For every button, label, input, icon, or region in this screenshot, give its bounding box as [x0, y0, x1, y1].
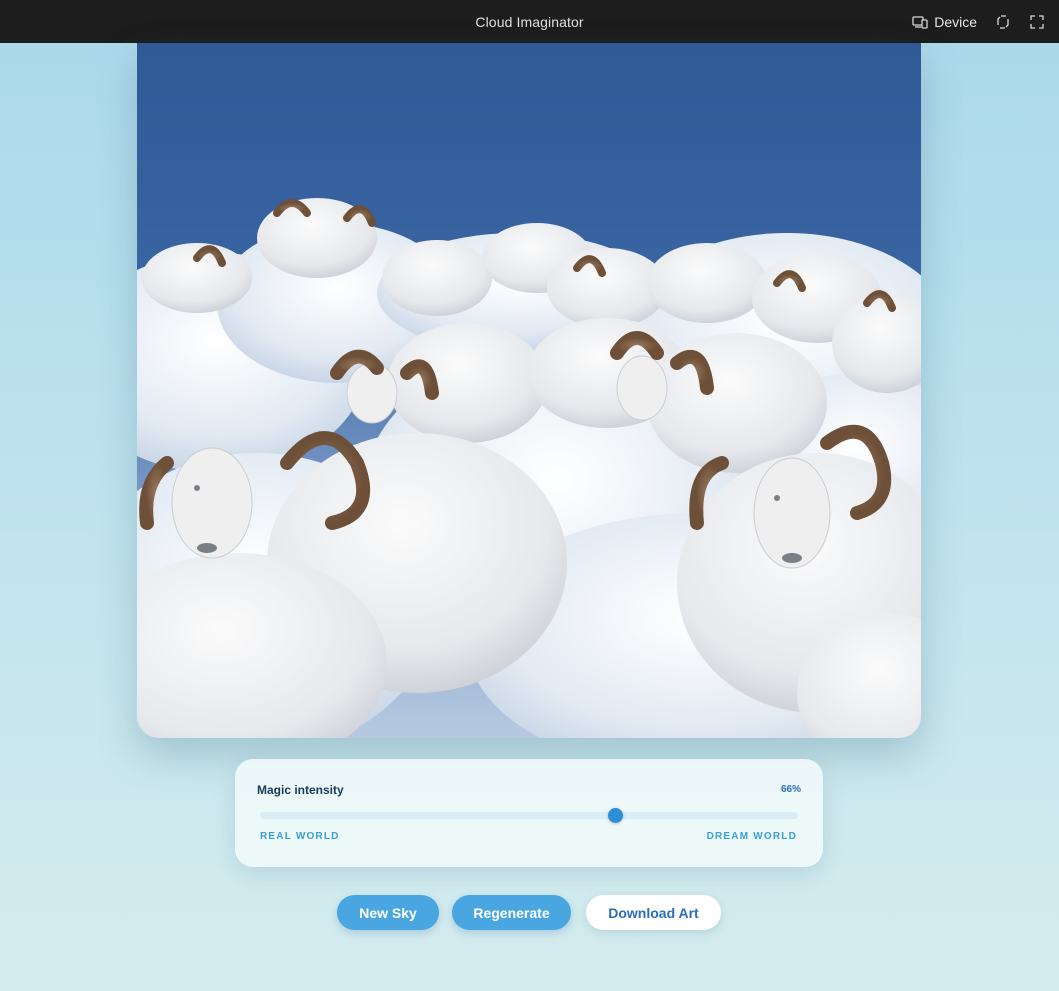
- window-titlebar: Cloud Imaginator Device: [0, 0, 1059, 43]
- generated-artwork: [137, 43, 921, 738]
- magic-intensity-slider[interactable]: [260, 808, 798, 823]
- slider-fill: [260, 812, 616, 819]
- window-title: Cloud Imaginator: [475, 13, 584, 30]
- slider-thumb[interactable]: [607, 808, 623, 823]
- device-button[interactable]: Device: [912, 14, 977, 30]
- fullscreen-icon[interactable]: [1029, 14, 1045, 30]
- rams-on-clouds-image: [137, 43, 921, 738]
- rotate-icon[interactable]: [995, 14, 1011, 30]
- device-icon: [912, 14, 928, 30]
- regenerate-button[interactable]: Regenerate: [452, 895, 571, 930]
- magic-intensity-label: Magic intensity: [257, 783, 344, 797]
- action-bar: New Sky Regenerate Download Art: [0, 895, 1059, 930]
- dream-world-label: DREAM WORLD: [706, 831, 797, 842]
- magic-intensity-value: 66%: [780, 784, 801, 795]
- new-sky-button[interactable]: New Sky: [337, 895, 439, 930]
- titlebar-controls: Device: [912, 0, 1045, 43]
- real-world-label: REAL WORLD: [260, 831, 340, 842]
- magic-intensity-panel: Magic intensity 66% REAL WORLD DREAM WOR…: [235, 759, 823, 867]
- device-label: Device: [934, 13, 977, 30]
- download-art-button[interactable]: Download Art: [586, 895, 721, 930]
